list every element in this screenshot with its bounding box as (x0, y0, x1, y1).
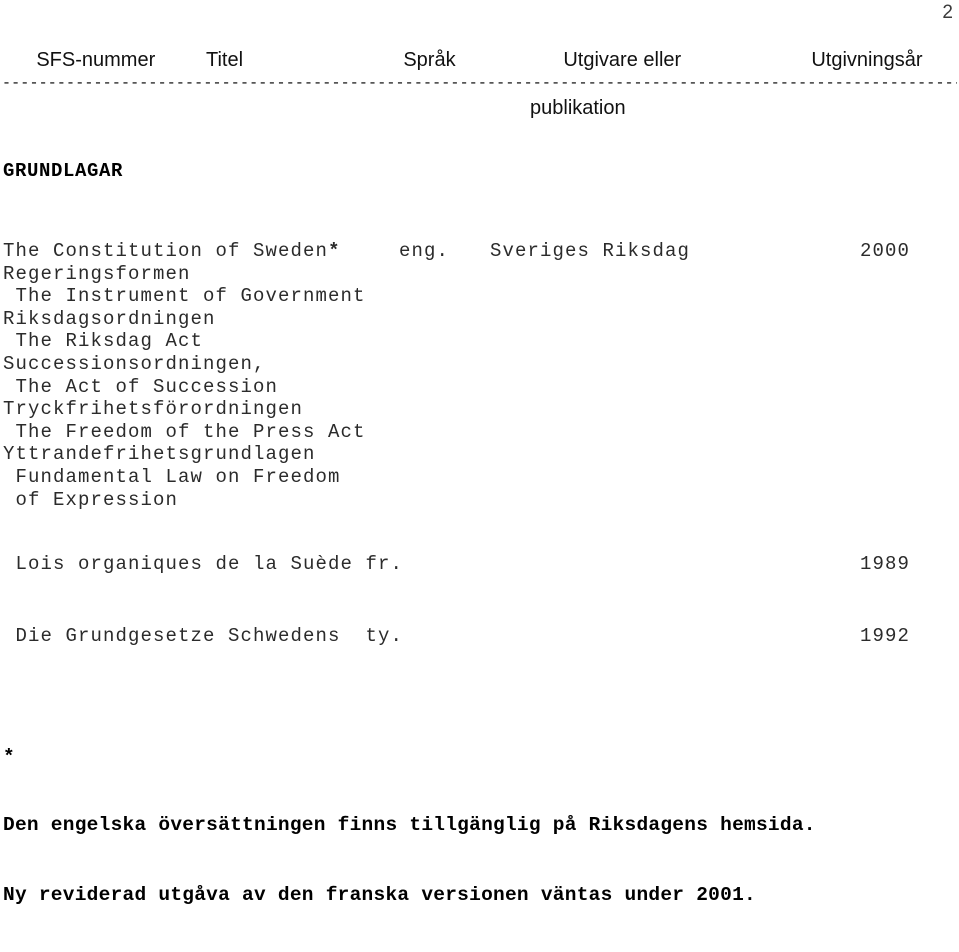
entry-row-constitution-line-10: Yttrandefrihetsgrundlagen (0, 443, 959, 466)
entry-row-constitution-line-5: The Riksdag Act (0, 330, 959, 353)
page-number: 2 (942, 2, 953, 23)
entry-row-constitution-line-2: Regeringsformen (0, 263, 959, 286)
entry-row-constitution-line-7: The Act of Succession (0, 376, 959, 399)
column-headers: SFS-nummer Titel Språk Utgivare eller pu… (0, 24, 959, 119)
entry-title-text: Tryckfrihetsförordningen (3, 398, 304, 421)
entry-title-text: of Expression (3, 488, 179, 511)
footnote-line-2: Ny reviderad utgåva av den franska versi… (3, 884, 756, 906)
entry-row-constitution-line-6: Successionsordningen, (0, 353, 959, 376)
entry-title-text: The Instrument of Government (3, 285, 366, 308)
entry-row-german: Die Grundgesetze Schwedens ty. 1992 (0, 624, 959, 648)
entry-title-text: Regeringsformen (3, 262, 191, 285)
entry-year: 1992 (860, 625, 911, 647)
footnote-marker-icon: * (328, 240, 340, 262)
entry-row-french: Lois organiques de la Suède fr. 1989 (0, 552, 959, 576)
entry-publisher: Sveriges Riksdag (490, 240, 691, 262)
entry-title-line: The Constitution of Sweden* (3, 240, 339, 263)
document-page: 2 SFS-nummer Titel Språk Utgivare eller … (0, 0, 959, 906)
entry-title-text: Fundamental Law on Freedom (3, 465, 341, 488)
entry-row-constitution-line-3: The Instrument of Government (0, 285, 959, 308)
footnote-marker-icon: * (3, 746, 15, 768)
column-header-utgivare: Utgivare eller publikation (530, 24, 681, 168)
entries-list: The Constitution of Sweden* eng. Sverige… (0, 240, 959, 511)
entry-row-constitution-line-11: Fundamental Law on Freedom (0, 466, 959, 489)
entry-title-text: The Constitution of Sweden (3, 240, 329, 262)
entry-title-text: Die Grundgesetze Schwedens ty. (3, 625, 404, 647)
header-divider-rule: ----------------------------------------… (2, 79, 957, 92)
column-header-titel-label: Titel (205, 49, 244, 71)
entry-language: eng. (399, 240, 450, 262)
entry-year: 2000 (860, 240, 911, 262)
entry-title-text: Lois organiques de la Suède fr. (3, 553, 404, 575)
entry-year: 1989 (860, 553, 911, 575)
entry-title-text: The Riksdag Act (3, 330, 204, 353)
entry-row-constitution-line-9: The Freedom of the Press Act (0, 421, 959, 444)
column-header-sfs-nummer-label: SFS-nummer (36, 49, 156, 71)
entry-row-constitution-line-8: Tryckfrihetsförordningen (0, 398, 959, 421)
column-header-sprak-label: Språk (403, 49, 456, 71)
entry-row-constitution-line-12: of Expression (0, 489, 959, 512)
entry-row-constitution-line-4: Riksdagsordningen (0, 308, 959, 331)
footnote-line-1: Den engelska översättningen finns tillgä… (3, 814, 816, 836)
entry-title-text: The Freedom of the Press Act (3, 420, 366, 443)
entry-title-text: Riksdagsordningen (3, 307, 216, 330)
column-header-utgivningsar-label: Utgivningsår (811, 49, 923, 71)
section-heading-grundlagar: GRUNDLAGAR (3, 160, 124, 182)
entry-title-text: Successionsordningen, (3, 352, 266, 375)
footnote-block: * Den engelska översättningen finns till… (3, 702, 816, 952)
column-header-utgivare-label: Utgivare eller (563, 49, 682, 71)
entry-row-constitution-line-1: The Constitution of Sweden* eng. Sverige… (0, 240, 959, 263)
entry-title-text: The Act of Succession (3, 375, 279, 398)
entry-title-text: Yttrandefrihetsgrundlagen (3, 443, 316, 466)
column-header-utgivare-label-line2: publikation (530, 97, 626, 119)
